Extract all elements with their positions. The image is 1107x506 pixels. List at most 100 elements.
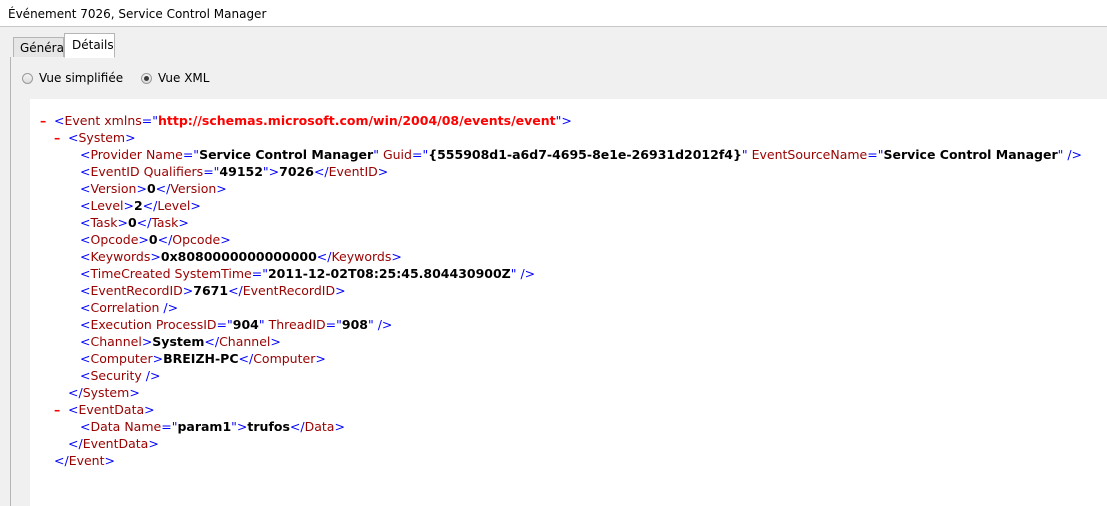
xml-punctuation: " /> <box>510 266 536 281</box>
xml-punctuation: < <box>80 283 91 298</box>
xml-line-opcode: <Opcode>0</Opcode> <box>80 231 231 248</box>
xml-element-name: Provider <box>90 147 142 162</box>
xml-element-name: TimeCreated <box>90 266 171 281</box>
xml-element-name: EventRecordID <box>242 283 336 298</box>
xml-line-channel: <Channel>System</Channel> <box>80 333 281 350</box>
xml-line-event-close: </Event> <box>54 452 115 469</box>
xml-punctuation: </ <box>136 215 152 230</box>
xml-attribute-name: SystemTime <box>174 266 252 281</box>
xml-line-keywords: <Keywords>0x8080000000000000</Keywords> <box>80 248 402 265</box>
xml-punctuation: "> <box>231 419 248 434</box>
xml-punctuation: </ <box>157 232 173 247</box>
xml-punctuation: /> <box>1067 147 1083 162</box>
xml-punctuation: < <box>80 351 91 366</box>
tab-general[interactable]: Général <box>13 37 68 58</box>
xml-line-system-open: – <System> <box>54 129 136 146</box>
xml-line-timecreated: <TimeCreated SystemTime="2011-12-02T08:2… <box>80 265 535 282</box>
tab-details[interactable]: Détails <box>64 33 115 58</box>
xml-punctuation: /> <box>141 368 161 383</box>
xml-punctuation: > <box>377 164 389 179</box>
xml-line-computer: <Computer>BREIZH-PC</Computer> <box>80 350 326 367</box>
xml-element-name: System <box>82 385 130 400</box>
xml-punctuation: > <box>391 249 402 264</box>
xml-element-name: EventID <box>90 164 140 179</box>
xml-text-value: 0 <box>127 215 137 230</box>
xml-punctuation: </ <box>204 334 220 349</box>
xml-line-system-close: </System> <box>68 384 140 401</box>
radio-unchecked-icon[interactable] <box>22 72 33 84</box>
xml-element-name: Event <box>68 453 105 468</box>
xml-line-eventrecordid: <EventRecordID>7671</EventRecordID> <box>80 282 346 299</box>
collapse-eventdata-toggle[interactable]: – <box>54 401 68 418</box>
xml-element-name: Opcode <box>90 232 139 247</box>
radio-xml-view[interactable]: Vue XML <box>141 70 209 86</box>
xml-text-value: 7026 <box>279 164 314 179</box>
tab-general-label: Général <box>20 41 68 55</box>
xml-line-task: <Task>0</Task> <box>80 214 189 231</box>
xml-punctuation: < <box>80 266 91 281</box>
xml-punctuation: > <box>136 181 147 196</box>
xml-punctuation: </ <box>228 283 243 298</box>
xml-text-value: BREIZH-PC <box>163 351 239 366</box>
xml-punctuation: < <box>80 232 91 247</box>
xml-line-provider: <Provider Name="Service Control Manager"… <box>80 146 1082 163</box>
xml-punctuation: </ <box>54 453 69 468</box>
xml-text-value: 0x8080000000000000 <box>160 249 317 264</box>
xml-line-data: <Data Name="param1">trufos</Data> <box>80 418 345 435</box>
xml-attribute-name: ProcessID <box>155 317 217 332</box>
xml-punctuation: =" <box>251 266 268 281</box>
xml-line-execution: <Execution ProcessID="904" ThreadID="908… <box>80 316 392 333</box>
xml-punctuation: < <box>80 317 91 332</box>
radio-checked-icon[interactable] <box>141 72 152 84</box>
xml-element-name: Keywords <box>331 249 392 264</box>
xml-element-name: EventID <box>328 164 378 179</box>
xml-punctuation: > <box>104 453 115 468</box>
xml-attribute-value: 904 <box>232 317 259 332</box>
xml-attribute-value: Service Control Manager <box>883 147 1058 162</box>
xml-punctuation: </ <box>313 164 329 179</box>
xml-element-name: Computer <box>253 351 316 366</box>
collapse-system-toggle[interactable]: – <box>54 129 68 146</box>
radio-simplified-view[interactable]: Vue simplifiée <box>22 70 123 86</box>
xml-line-security: <Security /> <box>80 367 161 384</box>
xml-element-name: Data <box>304 419 335 434</box>
xml-punctuation: > <box>144 402 155 417</box>
radio-xml-label: Vue XML <box>158 71 210 85</box>
xml-attribute-name: xmlns <box>104 113 142 128</box>
xml-attribute-value: {555908d1-a6d7-4695-8e1e-26931d2012f4} <box>428 147 742 162</box>
xml-element-name: Level <box>90 198 124 213</box>
xml-punctuation: > <box>141 334 153 349</box>
collapse-event-toggle[interactable]: – <box>40 112 54 129</box>
xml-element-name: Opcode <box>172 232 221 247</box>
xml-punctuation: =" <box>867 147 884 162</box>
xml-punctuation: "> <box>262 164 280 179</box>
xml-punctuation: =" <box>325 317 342 332</box>
xml-line-eventdata-open: – <EventData> <box>54 401 155 418</box>
xml-view[interactable]: – <Event xmlns="http://schemas.microsoft.… <box>30 99 1107 506</box>
xml-element-name: Execution <box>90 317 152 332</box>
xmlns-url: http://schemas.microsoft.com/win/2004/08… <box>158 113 556 128</box>
xml-punctuation: </ <box>289 419 305 434</box>
xml-punctuation: =" <box>141 113 158 128</box>
xml-punctuation: < <box>80 368 91 383</box>
xml-punctuation: > <box>152 351 164 366</box>
xml-punctuation: > <box>148 436 159 451</box>
xml-punctuation: < <box>80 334 91 349</box>
xml-punctuation: </ <box>142 198 158 213</box>
xml-element-name: Level <box>157 198 191 213</box>
xml-punctuation: =" <box>411 147 429 162</box>
xml-attribute-value: 49152 <box>219 164 263 179</box>
xml-punctuation: < <box>80 215 91 230</box>
xml-attribute-value: Service Control Manager <box>199 147 374 162</box>
xml-punctuation: > <box>315 351 326 366</box>
xml-text-value: 0 <box>146 181 156 196</box>
xml-element-name: Security <box>90 368 142 383</box>
xml-punctuation: > <box>182 283 194 298</box>
xml-element-name: EventRecordID <box>90 283 183 298</box>
xml-punctuation: =" <box>203 164 220 179</box>
xml-punctuation: > <box>150 249 161 264</box>
title-bar: Événement 7026, Service Control Manager <box>0 0 1107 27</box>
xml-attribute-name: Guid <box>382 147 412 162</box>
xml-punctuation: " <box>258 317 265 332</box>
xml-attribute-value: 908 <box>341 317 368 332</box>
